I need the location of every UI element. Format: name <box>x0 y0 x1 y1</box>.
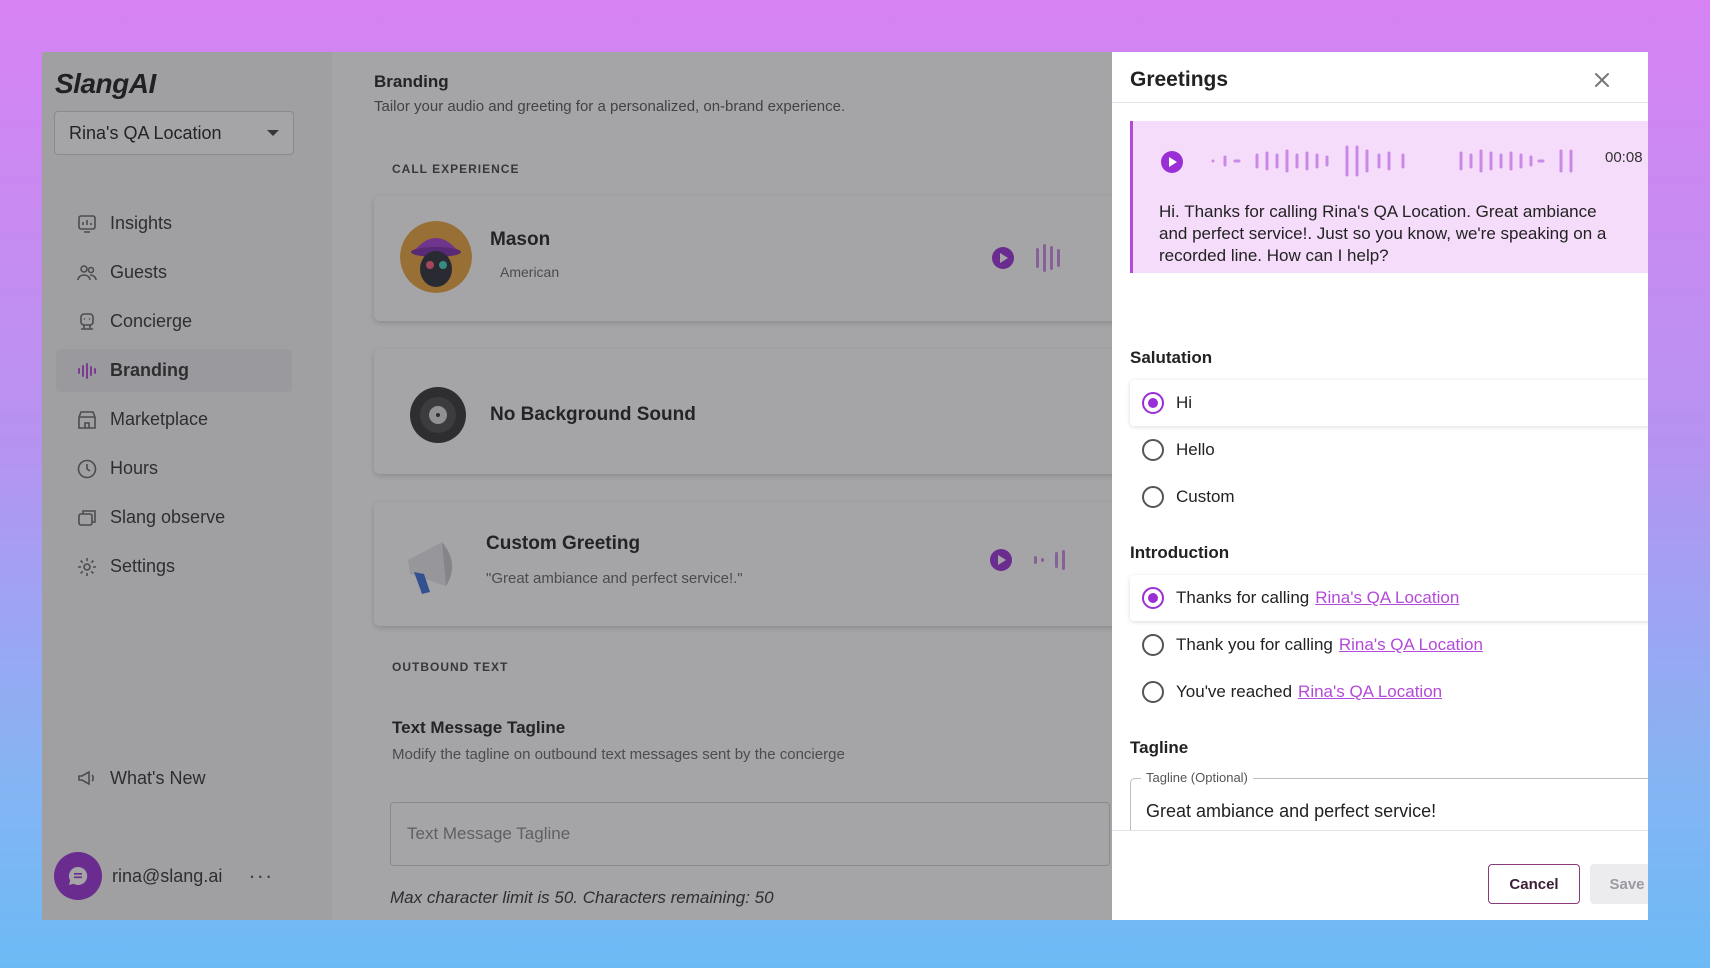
greetings-panel: Greetings 00:08 Hi. Thanks for calling R… <box>1112 52 1648 920</box>
option-label: You've reached <box>1176 682 1293 701</box>
radio-unchecked-icon <box>1142 486 1164 508</box>
location-link[interactable]: Rina's QA Location <box>1298 682 1442 702</box>
option-label: Custom <box>1176 487 1235 506</box>
location-link[interactable]: Rina's QA Location <box>1315 588 1459 608</box>
introduction-option-thank-you[interactable]: Thank you for calling Rina's QA Location <box>1130 622 1648 668</box>
app-window: SlangAI Rina's QA Location Insights Gues… <box>42 52 1648 920</box>
save-button[interactable]: Save <box>1590 864 1648 904</box>
salutation-option-hi[interactable]: Hi <box>1130 380 1648 426</box>
salutation-option-hello[interactable]: Hello <box>1130 427 1648 473</box>
option-label: Thanks for calling <box>1176 588 1310 607</box>
radio-unchecked-icon <box>1142 634 1164 656</box>
option-label: Hello <box>1176 440 1215 459</box>
radio-checked-icon <box>1142 392 1164 414</box>
salutation-label: Salutation <box>1130 348 1213 367</box>
radio-unchecked-icon <box>1142 681 1164 703</box>
panel-title: Greetings <box>1130 68 1229 91</box>
tagline-field-value: Great ambiance and perfect service! <box>1146 801 1437 821</box>
location-link[interactable]: Rina's QA Location <box>1339 635 1483 655</box>
cancel-button[interactable]: Cancel <box>1488 864 1580 904</box>
panel-header: Greetings <box>1112 52 1648 103</box>
play-icon[interactable] <box>1161 151 1183 173</box>
radio-checked-icon <box>1142 587 1164 609</box>
modal-backdrop[interactable] <box>42 52 1112 920</box>
introduction-option-reached[interactable]: You've reached Rina's QA Location <box>1130 669 1648 715</box>
tagline-field-label: Tagline (Optional) <box>1141 770 1253 785</box>
introduction-label: Introduction <box>1130 543 1230 562</box>
audio-duration: 00:08 <box>1605 149 1643 166</box>
panel-footer: Cancel Save <box>1112 830 1648 920</box>
waveform <box>1211 145 1573 177</box>
tagline-label: Tagline <box>1130 738 1189 757</box>
option-label: Hi <box>1176 393 1193 412</box>
radio-unchecked-icon <box>1142 439 1164 461</box>
greeting-preview: 00:08 Hi. Thanks for calling Rina's QA L… <box>1130 121 1648 273</box>
option-label: Thank you for calling <box>1176 635 1333 654</box>
close-icon[interactable] <box>1592 70 1612 90</box>
salutation-option-custom[interactable]: Custom <box>1130 474 1648 520</box>
greeting-preview-text: Hi. Thanks for calling Rina's QA Locatio… <box>1159 202 1607 265</box>
introduction-option-thanks[interactable]: Thanks for calling Rina's QA Location <box>1130 575 1648 621</box>
